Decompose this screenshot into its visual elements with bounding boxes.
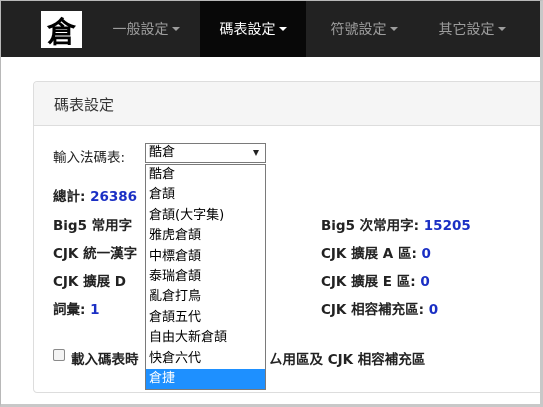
nav-symbol-settings-label: 符號設定 xyxy=(330,21,387,38)
settings-panel: 碼表設定 xyxy=(33,81,543,393)
load-table-checkbox[interactable] xyxy=(53,349,65,361)
dropdown-option[interactable]: 快倉六代 xyxy=(146,349,265,369)
dropdown-option[interactable]: 泰瑞倉頡 xyxy=(146,267,265,287)
stat-big5-secondary: Big5 次常用字: 15205 xyxy=(321,214,471,234)
stat-phrases-label: 詞彙: xyxy=(53,302,86,318)
stat-cjk-ext-a-value: 0 xyxy=(421,246,431,262)
caret-down-icon xyxy=(497,26,506,31)
stat-phrases-value: 1 xyxy=(90,302,100,318)
stat-phrases: 詞彙: 1 xyxy=(53,298,100,318)
caret-down-icon xyxy=(278,26,287,31)
dropdown-option[interactable]: 倉頡五代 xyxy=(146,308,265,328)
stat-cjk-ext-e-value: 0 xyxy=(420,274,430,290)
caret-down-icon xyxy=(389,26,398,31)
nav-general-settings-label: 一般設定 xyxy=(112,21,169,38)
panel-title: 碼表設定 xyxy=(54,96,115,114)
dropdown-arrow-icon xyxy=(253,150,259,156)
ime-table-dropdown[interactable]: 酷倉 倉頡 倉頡(大字集) 雅虎倉頡 中標倉頡 泰瑞倉頡 亂倉打鳥 倉頡五代 自… xyxy=(145,164,266,391)
nav-other-settings[interactable]: 其它設定 xyxy=(420,0,524,57)
stat-cjk-ext-a: CJK 擴展 A 區: 0 xyxy=(321,242,431,262)
nav-general-settings[interactable]: 一般設定 xyxy=(96,0,196,57)
stat-cjk-compat: CJK 相容補充區: 0 xyxy=(321,298,438,318)
nav-table-settings-label: 碼表設定 xyxy=(219,21,276,38)
stat-cjk-ext-d-label: CJK 擴展 D xyxy=(53,274,126,290)
ime-table-select[interactable]: 酷倉 xyxy=(145,143,266,163)
nav-symbol-settings[interactable]: 符號設定 xyxy=(312,0,416,57)
stat-cjk-ext-e-label: CJK 擴展 E 區: xyxy=(321,274,416,290)
stat-cjk-compat-label: CJK 相容補充區: xyxy=(321,302,424,318)
dropdown-option[interactable]: 雅虎倉頡 xyxy=(146,226,265,246)
dropdown-option[interactable]: 倉頡 xyxy=(146,185,265,205)
ime-table-selected-value: 酷倉 xyxy=(149,145,176,160)
dropdown-option[interactable]: 自由大新倉頡 xyxy=(146,328,265,348)
stat-big5-common-label: Big5 常用字 xyxy=(53,218,133,234)
dropdown-option-highlighted[interactable]: 倉捷 xyxy=(146,368,265,390)
stat-big5-secondary-value: 15205 xyxy=(423,218,471,234)
dropdown-option[interactable]: 中標倉頡 xyxy=(146,247,265,267)
stat-cjk-ext-a-label: CJK 擴展 A 區: xyxy=(321,246,417,262)
nav-other-settings-label: 其它設定 xyxy=(438,21,495,38)
stat-total-label: 總計: xyxy=(53,189,86,205)
ime-table-label: 輸入法碼表: xyxy=(53,150,126,166)
dropdown-option[interactable]: 倉頡(大字集) xyxy=(146,206,265,226)
panel-heading: 碼表設定 xyxy=(34,82,543,126)
checkbox-label-right: ㄙ用區及 CJK 相容補充區 xyxy=(269,352,426,368)
stat-total-value: 26386 xyxy=(90,189,138,205)
navbar: 倉 一般設定 碼表設定 符號設定 其它設定 xyxy=(0,0,543,57)
stat-total: 總計: 26386 xyxy=(53,185,137,205)
dropdown-option[interactable]: 亂倉打鳥 xyxy=(146,287,265,307)
stat-cjk-compat-value: 0 xyxy=(428,302,439,318)
nav-table-settings[interactable]: 碼表設定 xyxy=(200,0,306,57)
caret-down-icon xyxy=(171,26,180,31)
stat-cjk-unified-label: CJK 統一漢字 xyxy=(53,246,138,262)
brand-logo[interactable]: 倉 xyxy=(41,11,82,49)
checkbox-label-left: 載入碼表時 xyxy=(71,352,139,368)
stat-big5-secondary-label: Big5 次常用字: xyxy=(321,218,420,234)
dropdown-option[interactable]: 酷倉 xyxy=(146,165,265,185)
stat-cjk-ext-e: CJK 擴展 E 區: 0 xyxy=(321,270,430,290)
